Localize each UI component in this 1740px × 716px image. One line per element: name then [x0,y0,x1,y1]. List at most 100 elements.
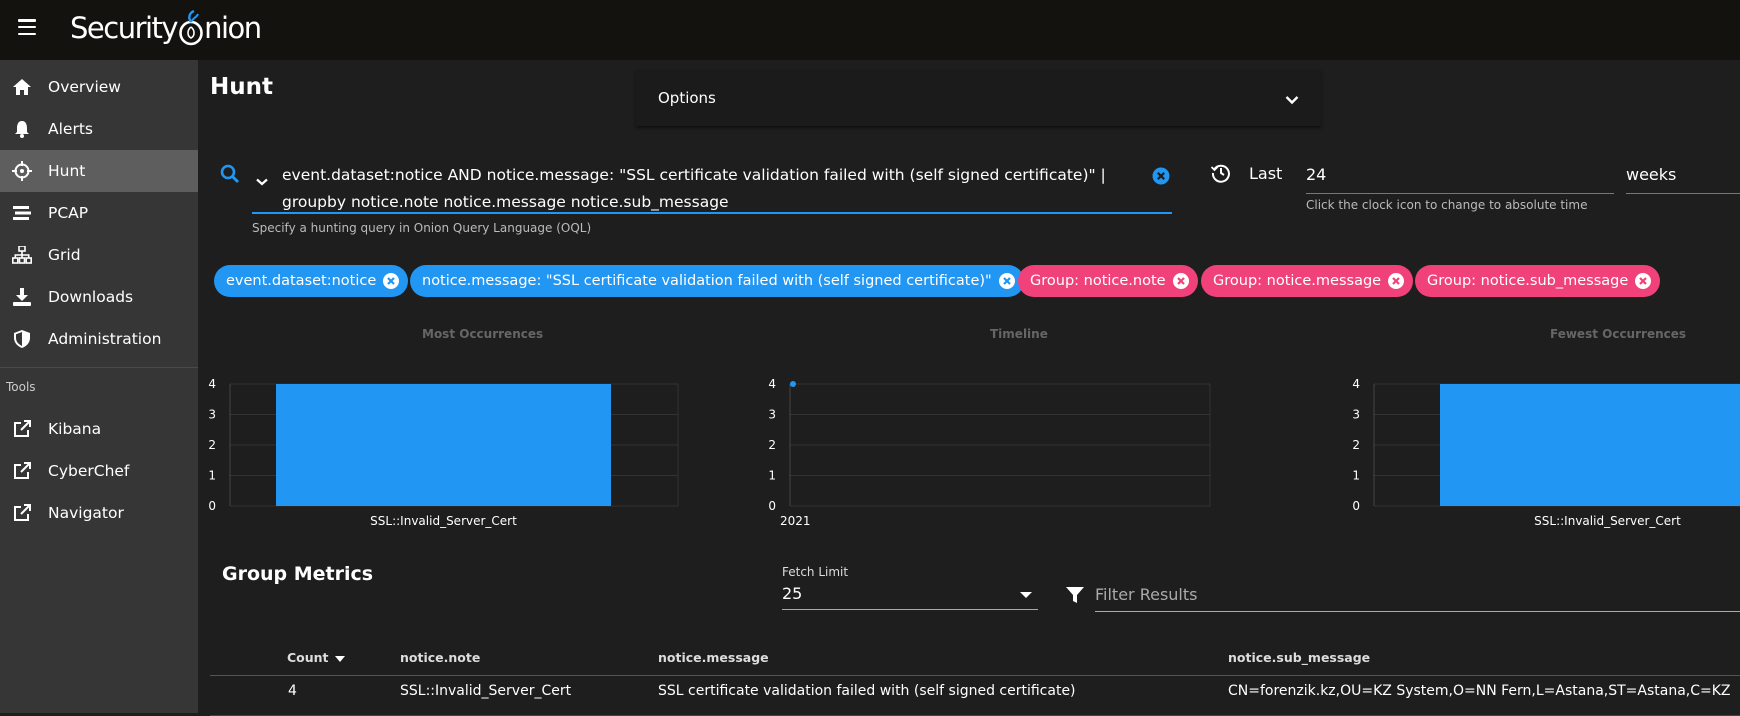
menu-icon[interactable] [18,19,36,35]
y-tick-label: 3 [768,408,776,422]
remove-chip-icon[interactable] [1172,273,1189,289]
y-tick-label: 4 [1352,377,1360,391]
clock-history-icon[interactable] [1210,163,1231,187]
data-point [790,381,796,387]
sidebar-item-navigator[interactable]: Navigator [0,492,198,534]
chevron-down-icon [1285,90,1299,109]
bar [276,384,611,506]
y-tick-label: 1 [1352,469,1360,483]
bell-icon [12,119,32,139]
options-panel[interactable]: Options [636,70,1321,126]
y-tick-label: 2 [208,438,216,452]
chart-svg: 0 1 2 3 4SSL::Invalid_Server_Cert [1352,377,1740,528]
options-label: Options [658,89,716,107]
group-chip[interactable]: Group: notice.message [1201,265,1414,297]
query-text[interactable]: event.dataset:notice AND notice.message:… [282,162,1152,216]
column-header-notice-message[interactable]: notice.message [658,650,769,665]
chip-label: Group: notice.message [1213,273,1382,289]
bar [1440,384,1740,506]
query-input[interactable]: event.dataset:notice AND notice.message:… [252,158,1172,214]
fetch-limit-select[interactable]: 25 [782,580,1038,610]
filter-results-input[interactable]: Filter Results [1095,580,1740,612]
chart-svg: 0 1 2 3 4 2021 [768,377,1211,528]
group-chip[interactable]: Group: notice.note [1018,265,1198,297]
sidebar-item-overview[interactable]: Overview [0,66,198,108]
fetch-limit-label: Fetch Limit [782,565,849,579]
home-icon [12,77,32,97]
time-range-label: Last [1249,164,1283,183]
y-tick-label: 4 [208,377,216,391]
y-tick-label: 0 [1352,499,1360,513]
page-title: Hunt [210,74,273,100]
time-range-value: 24 [1306,165,1327,184]
sidebar-item-pcap[interactable]: PCAP [0,192,198,234]
remove-chip-icon[interactable] [1635,273,1652,289]
sidebar-item-label: Alerts [48,120,93,138]
filter-placeholder: Filter Results [1095,585,1198,604]
time-range-hint: Click the clock icon to change to absolu… [1306,198,1588,212]
sidebar-item-label: Hunt [48,162,86,180]
sidebar-item-label: Administration [48,330,162,348]
column-header-count[interactable]: Count [287,650,345,665]
chip-label: notice.message: "SSL certificate validat… [422,273,992,289]
sidebar-item-label: PCAP [48,204,89,222]
filter-chip[interactable]: event.dataset:notice [214,265,409,297]
group-chip[interactable]: Group: notice.sub_message [1415,265,1661,297]
remove-chip-icon[interactable] [1388,273,1405,289]
sidebar-item-administration[interactable]: Administration [0,318,198,360]
sidebar-item-label: Kibana [48,420,102,438]
cell-notice-note: SSL::Invalid_Server_Cert [400,683,572,699]
column-header-notice-note[interactable]: notice.note [400,650,480,665]
clear-query-icon[interactable] [1152,167,1170,189]
tools-section-label: Tools [6,380,36,394]
chip-label: Group: notice.sub_message [1427,273,1629,289]
crosshairs-icon [12,161,32,181]
sidebar: Overview Alerts Hunt PCAP Grid Downloads [0,60,198,713]
logo-text-security: Security [70,11,179,45]
x-tick-label: SSL::Invalid_Server_Cert [370,514,517,528]
remove-chip-icon[interactable] [998,273,1015,289]
sidebar-item-label: Navigator [48,504,124,522]
sidebar-item-grid[interactable]: Grid [0,234,198,276]
external-link-icon [12,461,32,481]
chip-label: Group: notice.note [1030,273,1166,289]
query-hint: Specify a hunting query in Onion Query L… [252,221,592,235]
table-header-divider [210,675,1740,676]
column-header-notice-sub-message[interactable]: notice.sub_message [1228,650,1370,665]
sidebar-item-kibana[interactable]: Kibana [0,408,198,450]
shield-icon [12,329,32,349]
time-range-value-input[interactable]: 24 [1306,158,1614,194]
download-icon [12,287,32,307]
onion-logo-icon [177,8,204,48]
search-icon[interactable] [220,164,240,188]
sidebar-item-label: Downloads [48,288,134,306]
sidebar-item-cyberchef[interactable]: CyberChef [0,450,198,492]
table-row[interactable]: 4 SSL::Invalid_Server_Cert SSL certifica… [210,683,1740,711]
sidebar-item-label: CyberChef [48,462,130,480]
filter-icon [1065,585,1085,609]
sort-desc-icon [334,655,345,662]
y-tick-label: 3 [208,408,216,422]
y-tick-label: 3 [1352,408,1360,422]
y-tick-label: 2 [768,438,776,452]
time-units-select[interactable]: weeks [1626,158,1740,194]
sidebar-item-label: Grid [48,246,81,264]
sidebar-item-downloads[interactable]: Downloads [0,276,198,318]
y-tick-label: 1 [768,469,776,483]
sidebar-item-hunt[interactable]: Hunt [0,150,198,192]
y-tick-label: 2 [1352,438,1360,452]
fetch-limit-value: 25 [782,584,803,603]
sidebar-item-label: Overview [48,78,121,96]
time-units-value: weeks [1626,165,1677,184]
external-link-icon [12,503,32,523]
chip-label: event.dataset:notice [226,273,377,289]
column-header-label: Count [287,650,329,665]
remove-chip-icon[interactable] [383,273,400,289]
group-metrics-title: Group Metrics [222,563,374,585]
sidebar-item-alerts[interactable]: Alerts [0,108,198,150]
main-content: Hunt Options event.dataset:notice AND no… [198,60,1740,713]
filter-chip[interactable]: notice.message: "SSL certificate validat… [410,265,1024,297]
cell-notice-message: SSL certificate validation failed with (… [658,683,1076,699]
logo: Security nion [70,6,262,50]
cell-notice-sub-message: CN=forenzik.kz,OU=KZ System,O=NN Fern,L=… [1228,683,1731,699]
